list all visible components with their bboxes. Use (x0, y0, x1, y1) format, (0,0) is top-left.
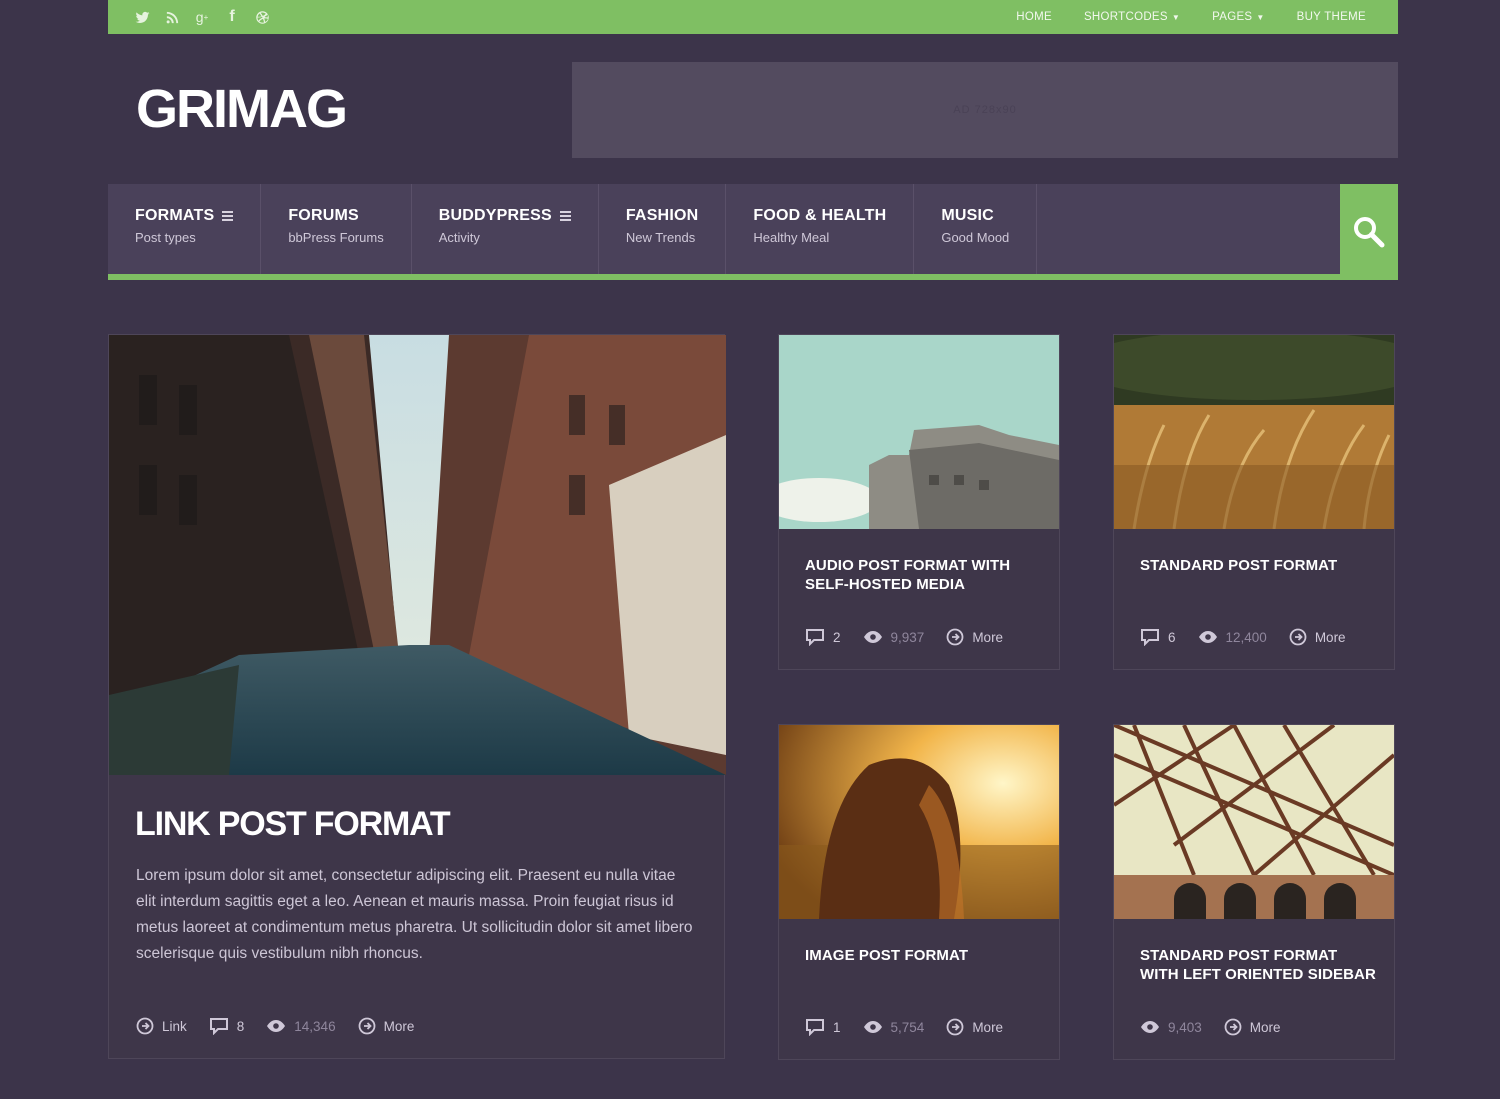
more-link[interactable]: More (1289, 628, 1346, 646)
post-title-audio[interactable]: AUDIO POST FORMAT WITH SELF-HOSTED MEDIA (805, 556, 1010, 594)
top-nav-buy-theme[interactable]: BUY THEME (1297, 11, 1366, 23)
comments-count[interactable]: 1 (805, 1018, 841, 1036)
more-link[interactable]: More (358, 1017, 414, 1035)
building-photo[interactable] (779, 335, 1059, 529)
featured-post-meta: Link 8 14,346 More (136, 1017, 436, 1035)
comment-icon (209, 1018, 228, 1035)
post-card-audio: AUDIO POST FORMAT WITH SELF-HOSTED MEDIA… (778, 334, 1060, 670)
post-meta-audio: 2 9,937 More (805, 628, 1025, 646)
post-title-image[interactable]: IMAGE POST FORMAT (805, 946, 968, 965)
eye-icon (267, 1020, 286, 1032)
dribbble-icon[interactable] (254, 9, 270, 25)
views-count: 14,346 (266, 1019, 336, 1034)
views-count: 5,754 (863, 1020, 924, 1035)
eye-icon (1198, 631, 1217, 643)
girl-sunset-photo[interactable] (779, 725, 1059, 919)
top-nav-shortcodes[interactable]: SHORTCODES ▼ (1084, 11, 1180, 23)
ad-label: AD 728x90 (953, 104, 1017, 116)
post-meta-image: 1 5,754 More (805, 1018, 1025, 1036)
menu-icon (222, 211, 234, 221)
eye-icon (863, 631, 882, 643)
post-title-sidebar[interactable]: STANDARD POST FORMAT WITH LEFT ORIENTED … (1140, 946, 1376, 984)
featured-post-title[interactable]: LINK POST FORMAT (135, 805, 451, 844)
more-link[interactable]: More (946, 628, 1003, 646)
nav-item-music[interactable]: MUSIC Good Mood (914, 184, 1038, 274)
nav-item-formats[interactable]: FORMATS Post types (108, 184, 262, 274)
more-link[interactable]: More (1224, 1018, 1281, 1036)
nav-item-food-health[interactable]: FOOD & HEALTH Healthy Meal (726, 184, 915, 274)
post-meta-sidebar: 9,403 More (1140, 1018, 1303, 1036)
top-bar: g + f HOME SHORTCODES ▼ PAGES ▼ BUY THEME (108, 0, 1398, 34)
views-count: 9,937 (863, 630, 924, 645)
arrow-circle-icon (1289, 628, 1307, 646)
post-meta-standard: 6 12,400 More (1140, 628, 1368, 646)
google-plus-icon[interactable]: g + (194, 9, 210, 25)
comment-icon (806, 629, 824, 646)
post-card-image: IMAGE POST FORMAT 1 5,754 More (778, 724, 1060, 1060)
views-count: 12,400 (1198, 630, 1267, 645)
top-nav-home[interactable]: HOME (1016, 11, 1052, 23)
ad-banner[interactable]: AD 728x90 (572, 62, 1398, 158)
facebook-icon[interactable]: f (224, 8, 240, 25)
comment-icon (1141, 629, 1159, 646)
search-icon (1354, 217, 1385, 248)
top-nav: HOME SHORTCODES ▼ PAGES ▼ BUY THEME (1016, 11, 1366, 23)
site-logo[interactable]: GRIMAG (136, 78, 348, 140)
eye-icon (1141, 1021, 1159, 1033)
social-links: g + f (134, 8, 270, 25)
rss-icon[interactable] (164, 9, 180, 25)
post-card-sidebar: STANDARD POST FORMAT WITH LEFT ORIENTED … (1113, 724, 1395, 1060)
featured-post-excerpt: Lorem ipsum dolor sit amet, consectetur … (136, 867, 693, 962)
views-count: 9,403 (1140, 1020, 1202, 1035)
menu-icon (559, 211, 571, 221)
post-format-link[interactable]: Link (136, 1017, 187, 1035)
arrow-circle-icon (946, 628, 964, 646)
arrow-circle-icon (136, 1017, 154, 1035)
nav-item-buddypress[interactable]: BUDDYPRESS Activity (412, 184, 599, 274)
main-nav: FORMATS Post types FORUMS bbPress Forums… (108, 184, 1340, 280)
bridge-photo[interactable] (1114, 725, 1394, 919)
nav-item-fashion[interactable]: FASHION New Trends (599, 184, 727, 274)
top-nav-pages[interactable]: PAGES ▼ (1212, 11, 1265, 23)
arrow-circle-icon (358, 1017, 375, 1035)
chevron-down-icon: ▼ (1171, 12, 1181, 22)
arrow-circle-icon (946, 1018, 964, 1036)
more-link[interactable]: More (946, 1018, 1003, 1036)
wheat-field-photo[interactable] (1114, 335, 1394, 529)
street-photo[interactable] (109, 335, 726, 775)
comments-count[interactable]: 2 (805, 628, 841, 646)
arrow-circle-icon (1224, 1018, 1242, 1036)
search-button[interactable] (1340, 184, 1398, 280)
post-card-standard: STANDARD POST FORMAT 6 12,400 More (1113, 334, 1395, 670)
featured-post-card: LINK POST FORMAT Lorem ipsum dolor sit a… (108, 334, 726, 1059)
twitter-icon[interactable] (134, 9, 150, 25)
chevron-down-icon: ▼ (1256, 12, 1265, 22)
comment-icon (806, 1019, 824, 1036)
post-title-standard[interactable]: STANDARD POST FORMAT (1140, 556, 1337, 575)
comments-count[interactable]: 6 (1140, 628, 1176, 646)
nav-item-forums[interactable]: FORUMS bbPress Forums (261, 184, 412, 274)
comments-count[interactable]: 8 (209, 1017, 244, 1035)
eye-icon (863, 1021, 882, 1033)
